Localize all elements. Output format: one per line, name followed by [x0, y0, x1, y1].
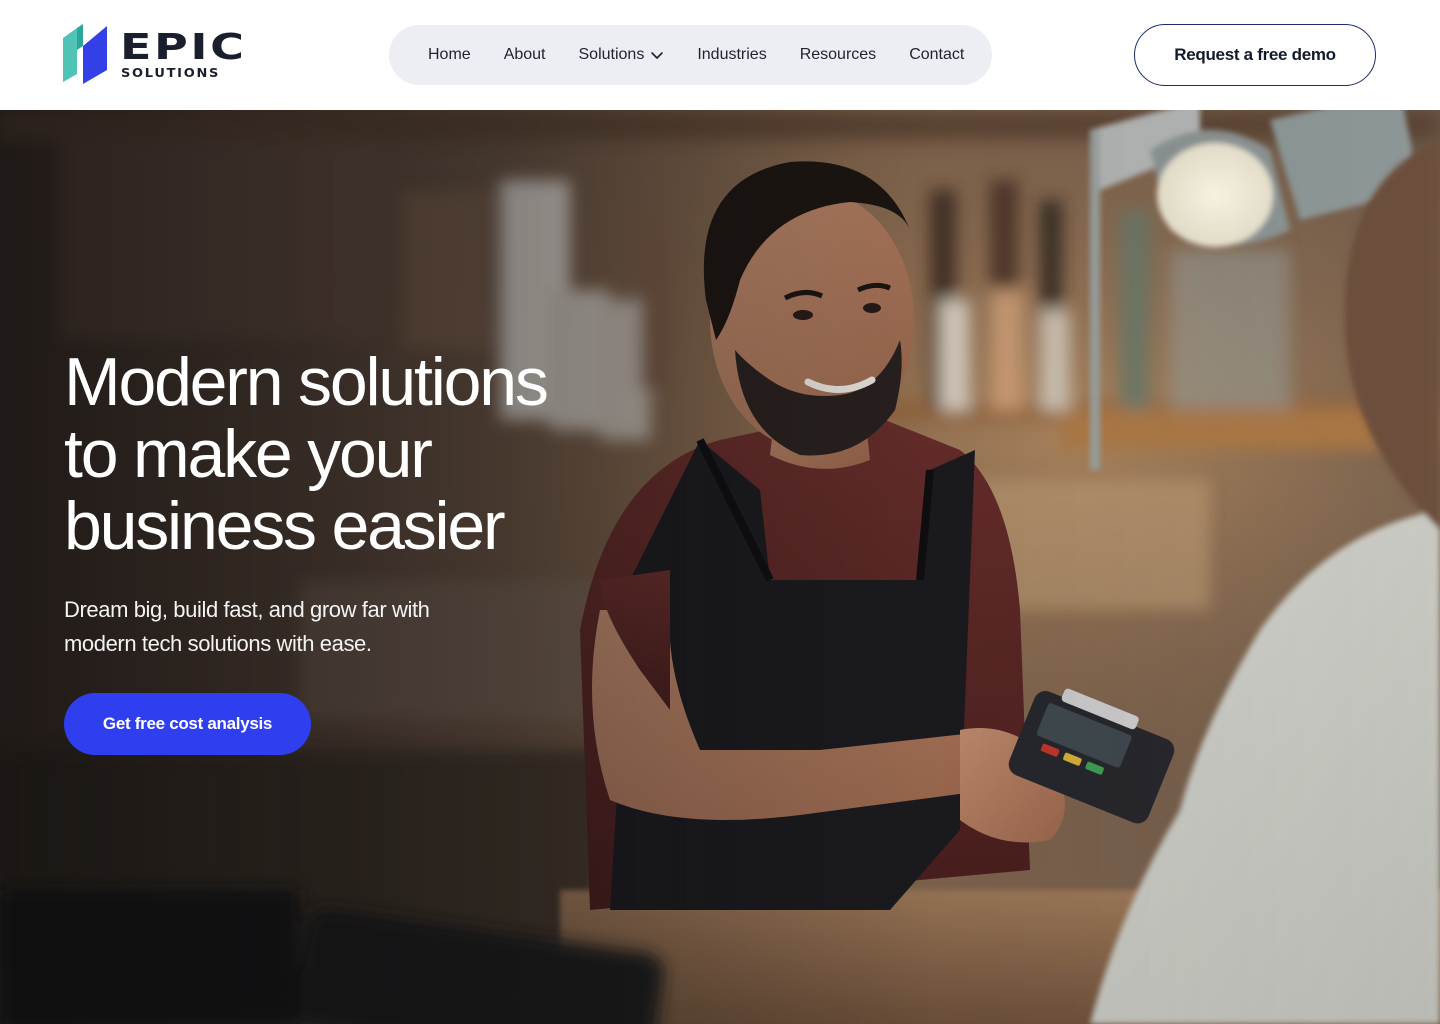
hero-title-line-2: to make your [64, 416, 433, 492]
hero-title: Modern solutions to make your business e… [64, 346, 684, 562]
hero-title-line-3: business easier [64, 488, 506, 564]
hero-section: Modern solutions to make your business e… [0, 110, 1440, 1024]
nav-item-solutions-label: Solutions [578, 46, 645, 63]
hero-title-line-1: Modern solutions [64, 344, 549, 420]
main-nav: Home About Solutions Industries Resource… [389, 25, 992, 85]
get-cost-analysis-button[interactable]: Get free cost analysis [64, 693, 311, 755]
request-demo-button[interactable]: Request a free demo [1134, 24, 1376, 86]
logo-tagline: SOLUTIONS [121, 66, 221, 80]
nav-item-about[interactable]: About [504, 46, 546, 64]
nav-item-home[interactable]: Home [428, 46, 471, 64]
hero-overlay [0, 110, 1440, 1024]
site-header: EPIC SOLUTIONS Home About Solutions Indu… [0, 0, 1440, 110]
logo-mark-icon [63, 24, 107, 84]
logo-wordmark: EPIC [120, 27, 247, 68]
hero-subtitle: Dream big, build fast, and grow far with… [64, 597, 430, 656]
nav-item-resources[interactable]: Resources [800, 46, 876, 64]
nav-item-contact[interactable]: Contact [909, 46, 964, 64]
nav-item-industries[interactable]: Industries [697, 46, 766, 64]
chevron-down-icon [651, 52, 664, 59]
nav-item-solutions[interactable]: Solutions [579, 46, 665, 64]
logo-link[interactable]: EPIC SOLUTIONS [63, 24, 253, 88]
